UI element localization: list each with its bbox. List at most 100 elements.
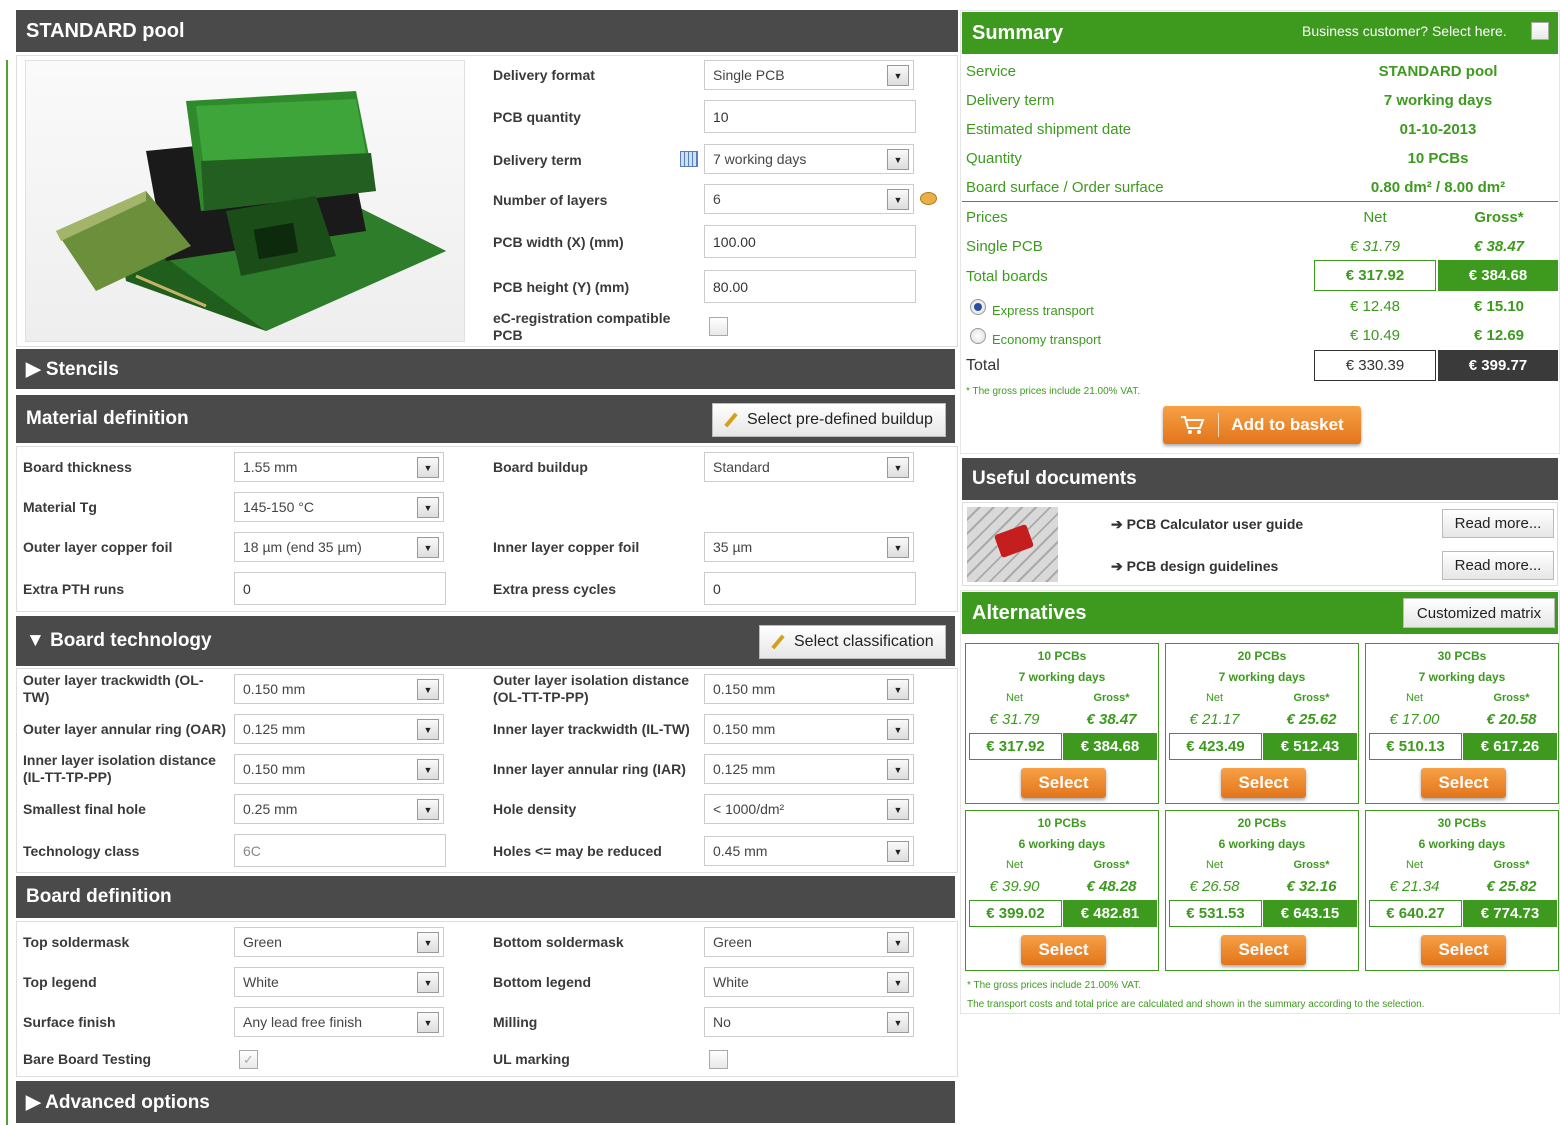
cart-icon (1180, 415, 1206, 435)
alt-total-gross: € 774.73 (1463, 900, 1557, 927)
alt-select-button[interactable]: Select (1221, 768, 1306, 798)
milling-select[interactable]: No ▼ (704, 1007, 914, 1037)
smallest-hole-select[interactable]: 0.25 mm ▼ (234, 794, 444, 824)
il-tw-label: Inner layer trackwidth (IL-TW) (493, 721, 690, 737)
customized-matrix-button[interactable]: Customized matrix (1403, 598, 1555, 628)
pcb-quantity-input[interactable]: 10 (704, 100, 916, 133)
alt-gross-header: Gross* (1493, 692, 1530, 704)
layers-value: 6 (713, 191, 721, 207)
calculator-guide-link[interactable]: ➔ PCB Calculator user guide (1111, 516, 1303, 533)
il-iso-label: Inner layer isolation distance (IL-TT-TP… (23, 752, 216, 785)
alt-unit-gross: € 20.58 (1486, 711, 1537, 728)
express-gross: € 15.10 (1473, 298, 1525, 315)
surface-finish-select[interactable]: Any lead free finish ▼ (234, 1007, 444, 1037)
predefined-buildup-button[interactable]: Select pre-defined buildup (712, 403, 946, 437)
alt-total-net: € 399.02 (969, 900, 1062, 927)
iar-select[interactable]: 0.125 mm ▼ (704, 754, 914, 784)
delivery-format-select[interactable]: Single PCB ▼ (704, 60, 914, 90)
alt-gross-header: Gross* (1093, 692, 1130, 704)
board-buildup-select[interactable]: Standard ▼ (704, 452, 914, 482)
material-tg-select[interactable]: 145-150 °C ▼ (234, 492, 444, 522)
single-pcb-gross: € 38.47 (1473, 238, 1525, 255)
bottom-legend-select[interactable]: White ▼ (704, 967, 914, 997)
total-boards-net: € 317.92 (1314, 260, 1436, 291)
alt-delivery-days: 6 working days (1218, 837, 1306, 851)
express-transport-label[interactable]: Express transport (992, 303, 1094, 318)
surface-finish-value: Any lead free finish (243, 1014, 363, 1030)
calendar-icon[interactable] (680, 151, 698, 167)
outer-copper-select[interactable]: 18 µm (end 35 µm) ▼ (234, 532, 444, 562)
add-to-basket-button[interactable]: Add to basket (1163, 406, 1361, 444)
alt-net-header: Net (1405, 859, 1424, 871)
pcb-height-label: PCB height (Y) (mm) (493, 279, 630, 295)
extra-pth-input[interactable]: 0 (234, 572, 446, 605)
outer-copper-label: Outer layer copper foil (23, 539, 173, 555)
read-more-guide-button[interactable]: Read more... (1442, 509, 1554, 538)
stencils-header[interactable]: ▶ Stencils (16, 349, 955, 389)
alt-total-gross: € 617.26 (1463, 733, 1557, 760)
oar-select[interactable]: 0.125 mm ▼ (234, 714, 444, 744)
il-iso-select[interactable]: 0.150 mm ▼ (234, 754, 444, 784)
chevron-down-icon: ▼ (887, 1012, 909, 1033)
stencils-title: ▶ Stencils (26, 358, 119, 380)
alt-select-button[interactable]: Select (1421, 768, 1506, 798)
ol-tw-select[interactable]: 0.150 mm ▼ (234, 674, 444, 704)
pcb-width-input[interactable]: 100.00 (704, 225, 916, 258)
pcb-height-input[interactable]: 80.00 (704, 270, 916, 303)
alt-select-button[interactable]: Select (1021, 768, 1106, 798)
bottom-mask-select[interactable]: Green ▼ (704, 927, 914, 957)
economy-net: € 10.49 (1349, 327, 1401, 344)
alt-quantity: 30 PCBs (1437, 816, 1487, 830)
alt-gross-header: Gross* (1293, 859, 1330, 871)
service-value: STANDARD pool (1378, 63, 1498, 80)
alt-select-button[interactable]: Select (1021, 935, 1106, 965)
read-more-guidelines-button[interactable]: Read more... (1442, 551, 1554, 580)
delivery-term-select[interactable]: 7 working days ▼ (704, 144, 914, 174)
total-boards-gross: € 384.68 (1438, 260, 1558, 291)
inner-copper-value: 35 µm (713, 539, 753, 555)
alt-unit-gross: € 25.82 (1486, 878, 1537, 895)
business-customer-checkbox[interactable] (1531, 22, 1549, 40)
layers-info-icon[interactable] (920, 192, 937, 205)
ol-iso-select[interactable]: 0.150 mm ▼ (704, 674, 914, 704)
economy-transport-label[interactable]: Economy transport (992, 332, 1101, 347)
alt-select-button[interactable]: Select (1221, 935, 1306, 965)
alt-gross-header: Gross* (1093, 859, 1130, 871)
express-transport-radio[interactable] (970, 299, 986, 315)
il-tw-select[interactable]: 0.150 mm ▼ (704, 714, 914, 744)
ec-registration-checkbox[interactable] (709, 317, 728, 336)
economy-transport-radio[interactable] (970, 328, 986, 344)
design-guidelines-link[interactable]: ➔ PCB design guidelines (1111, 558, 1278, 575)
inner-copper-select[interactable]: 35 µm ▼ (704, 532, 914, 562)
extra-press-input[interactable]: 0 (704, 572, 916, 605)
top-mask-select[interactable]: Green ▼ (234, 927, 444, 957)
alt-select-button[interactable]: Select (1421, 935, 1506, 965)
ul-marking-checkbox[interactable] (709, 1050, 728, 1069)
holes-reduced-value: 0.45 mm (713, 843, 768, 859)
alt-unit-net: € 21.17 (1189, 711, 1240, 728)
total-net: € 330.39 (1314, 350, 1436, 381)
net-header: Net (1363, 209, 1387, 226)
top-legend-select[interactable]: White ▼ (234, 967, 444, 997)
alternative-card: 30 PCBs 7 working days Net Gross* € 17.0… (1365, 643, 1559, 804)
alt-net-header: Net (1405, 692, 1424, 704)
layers-select[interactable]: 6 ▼ (704, 184, 914, 214)
total-label: Total (966, 357, 1000, 374)
alt-unit-net: € 26.58 (1189, 878, 1240, 895)
alt-total-net: € 423.49 (1169, 733, 1262, 760)
surface-finish-label: Surface finish (23, 1014, 116, 1030)
alternative-card: 10 PCBs 6 working days Net Gross* € 39.9… (965, 810, 1159, 971)
bottom-mask-value: Green (713, 934, 752, 950)
board-thickness-select[interactable]: 1.55 mm ▼ (234, 452, 444, 482)
alt-unit-gross: € 25.62 (1286, 711, 1337, 728)
summary-vat-note: * The gross prices include 21.00% VAT. (966, 386, 1140, 397)
left-accent-line (6, 60, 8, 1125)
hole-density-select[interactable]: < 1000/dm² ▼ (704, 794, 914, 824)
ul-marking-label: UL marking (493, 1051, 570, 1067)
alt-gross-header: Gross* (1293, 692, 1330, 704)
alt-unit-net: € 21.34 (1389, 878, 1440, 895)
advanced-options-header[interactable]: ▶ Advanced options (16, 1081, 955, 1123)
select-classification-button[interactable]: Select classification (759, 625, 946, 659)
alt-net-header: Net (1005, 859, 1024, 871)
holes-reduced-select[interactable]: 0.45 mm ▼ (704, 836, 914, 866)
